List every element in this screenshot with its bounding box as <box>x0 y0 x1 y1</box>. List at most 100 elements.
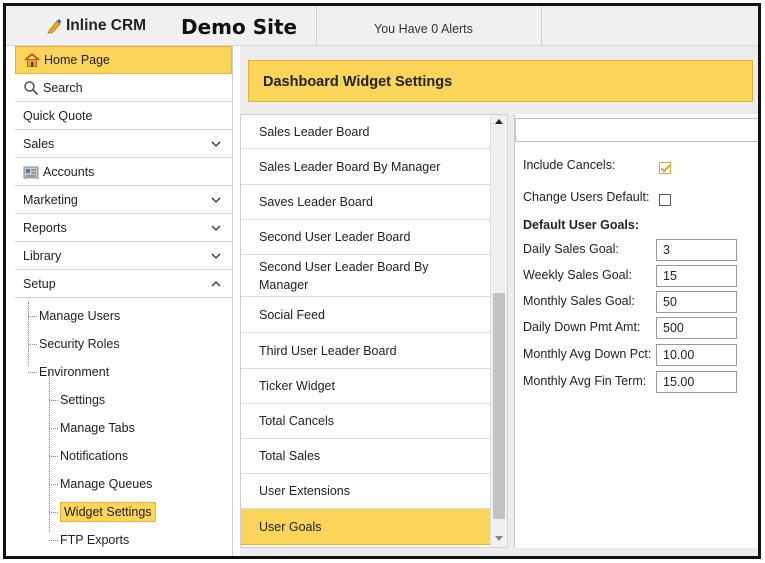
list-scrollbar[interactable] <box>490 115 507 547</box>
sidebar-item-label: Marketing <box>23 192 78 207</box>
scroll-up-arrow-icon[interactable] <box>495 119 503 124</box>
monthly-avg-down-pct-input[interactable] <box>656 344 737 366</box>
scroll-thumb[interactable] <box>493 293 505 519</box>
weekly-sales-goal-input[interactable] <box>656 265 737 287</box>
top-bar: Inline CRM Demo Site You Have 0 Alerts <box>6 6 758 46</box>
accounts-icon <box>23 166 39 178</box>
sidebar-item-setup[interactable]: Setup <box>15 270 232 298</box>
sidebar-item-quick-quote[interactable]: Quick Quote <box>15 102 232 130</box>
chevron-down-icon <box>211 197 221 203</box>
tree-item-notifications[interactable]: Notifications <box>15 442 232 470</box>
sidebar-item-label: Setup <box>23 276 56 291</box>
settings-header-bar <box>515 118 758 142</box>
list-item[interactable]: User Extensions <box>241 474 491 509</box>
weekly-sales-goal-label: Weekly Sales Goal: <box>523 268 632 282</box>
include-cancels-checkbox[interactable] <box>659 162 671 174</box>
list-item-label: Second User Leader Board By Manager <box>259 259 429 292</box>
page-header: Dashboard Widget Settings <box>248 60 753 102</box>
list-item[interactable]: Social Feed <box>241 297 491 333</box>
sidebar-item-label: Quick Quote <box>23 108 93 123</box>
sidebar-item-label: Search <box>43 80 83 95</box>
alerts-indicator[interactable]: You Have 0 Alerts <box>374 22 473 36</box>
app-logo[interactable]: Inline CRM <box>46 17 146 35</box>
sidebar-item-label: Library <box>23 248 62 263</box>
list-item-label: User Extensions <box>259 484 351 498</box>
setup-tree: Manage Users Security Roles Environment … <box>15 298 232 554</box>
include-cancels-row: Include Cancels: <box>523 158 615 172</box>
sidebar-item-sales[interactable]: Sales <box>15 130 232 158</box>
tree-item-widget-settings[interactable]: Widget Settings <box>15 498 232 526</box>
pen-icon <box>47 19 61 34</box>
tree-item-manage-users[interactable]: Manage Users <box>15 302 232 330</box>
tree-item-settings[interactable]: Settings <box>15 386 232 414</box>
sidebar-item-reports[interactable]: Reports <box>15 214 232 242</box>
list-item[interactable]: Sales Leader Board <box>241 115 491 149</box>
daily-down-pmt-row: Daily Down Pmt Amt: <box>523 320 640 334</box>
app-name: Inline CRM <box>66 17 147 34</box>
topbar-divider <box>541 6 542 46</box>
chevron-down-icon <box>211 141 221 147</box>
widget-list: Sales Leader Board Sales Leader Board By… <box>240 114 508 548</box>
tree-item-label: Manage Users <box>39 309 121 323</box>
change-users-default-label: Change Users Default: <box>523 190 650 204</box>
topbar-divider <box>316 6 317 46</box>
main-panel: Dashboard Widget Settings Sales Leader B… <box>240 46 758 556</box>
sidebar-item-accounts[interactable]: Accounts <box>15 158 232 186</box>
tree-item-label: Manage Tabs <box>60 421 135 435</box>
monthly-sales-goal-row: Monthly Sales Goal: <box>523 294 635 308</box>
change-users-default-checkbox[interactable] <box>659 194 671 206</box>
app-window: Inline CRM Demo Site You Have 0 Alerts H… <box>3 3 761 559</box>
scroll-down-arrow-icon[interactable] <box>495 536 503 541</box>
list-item-selected[interactable]: User Goals <box>241 509 491 545</box>
monthly-sales-goal-input[interactable] <box>656 291 737 313</box>
list-item[interactable]: Ticker Widget <box>241 369 491 404</box>
sidebar: Home Page Search Quick Quote Sales Accou… <box>15 46 233 556</box>
monthly-avg-fin-term-input[interactable] <box>656 371 737 393</box>
list-item-label: Sales Leader Board By Manager <box>259 159 441 174</box>
list-item-label: Ticker Widget <box>259 379 335 393</box>
list-item[interactable]: Total Cancels <box>241 404 491 439</box>
sidebar-item-home-page[interactable]: Home Page <box>15 46 232 74</box>
search-icon <box>24 80 39 95</box>
sidebar-item-library[interactable]: Library <box>15 242 232 270</box>
tree-item-label: FTP Exports <box>60 533 130 547</box>
list-item-label: Sales Leader Board <box>259 124 370 139</box>
daily-sales-goal-label: Daily Sales Goal: <box>523 242 619 256</box>
chevron-down-icon <box>211 253 221 259</box>
site-name: Demo Site <box>181 15 298 39</box>
daily-sales-goal-input[interactable] <box>656 239 737 261</box>
daily-sales-goal-row: Daily Sales Goal: <box>523 242 619 256</box>
list-item[interactable]: Second User Leader Board By Manager <box>241 255 491 297</box>
tree-item-label: Widget Settings <box>60 502 156 522</box>
default-goals-heading: Default User Goals: <box>523 218 639 232</box>
tree-item-label: Environment <box>39 365 110 379</box>
tree-item-label: Manage Queues <box>60 477 153 491</box>
default-goals-heading-label: Default User Goals: <box>523 218 640 232</box>
list-item-label: User Goals <box>259 519 322 534</box>
tree-item-label: Security Roles <box>39 337 120 351</box>
list-item[interactable]: Total Sales <box>241 439 491 474</box>
monthly-avg-fin-term-label: Monthly Avg Fin Term: <box>523 374 647 388</box>
sidebar-item-marketing[interactable]: Marketing <box>15 186 232 214</box>
tree-item-manage-queues[interactable]: Manage Queues <box>15 470 232 498</box>
sidebar-item-label: Reports <box>23 220 67 235</box>
list-item-label: Third User Leader Board <box>259 343 397 358</box>
tree-item-security-roles[interactable]: Security Roles <box>15 330 232 358</box>
home-icon <box>24 52 40 67</box>
tree-item-environment[interactable]: Environment <box>15 358 232 386</box>
list-item[interactable]: Saves Leader Board <box>241 185 491 220</box>
chevron-down-icon <box>211 225 221 231</box>
monthly-avg-down-pct-row: Monthly Avg Down Pct: <box>523 347 651 361</box>
tree-item-manage-tabs[interactable]: Manage Tabs <box>15 414 232 442</box>
list-item[interactable]: Second User Leader Board <box>241 220 491 255</box>
sidebar-item-search[interactable]: Search <box>15 74 232 102</box>
chevron-up-icon <box>211 281 221 287</box>
list-item[interactable]: Third User Leader Board <box>241 333 491 369</box>
tree-item-ftp-exports[interactable]: FTP Exports <box>15 526 232 554</box>
list-item-label: Social Feed <box>259 307 326 322</box>
daily-down-pmt-input[interactable] <box>656 317 737 339</box>
page-title: Dashboard Widget Settings <box>263 74 453 90</box>
sidebar-item-label: Home Page <box>44 53 111 67</box>
list-item[interactable]: Sales Leader Board By Manager <box>241 149 491 185</box>
sidebar-item-label: Accounts <box>43 164 95 179</box>
